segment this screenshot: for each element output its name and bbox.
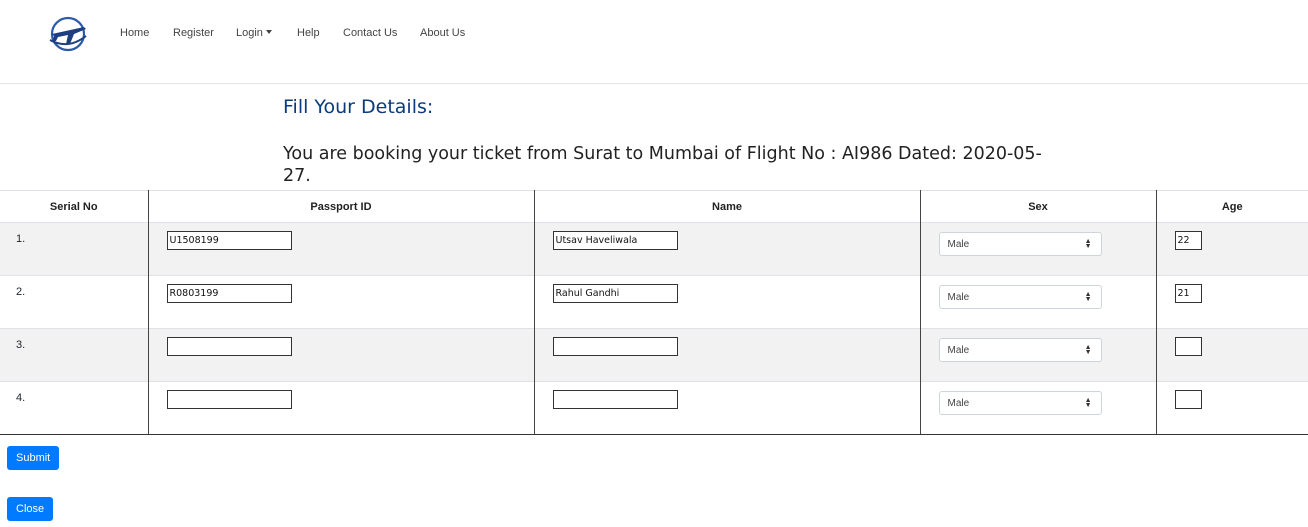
serial-cell: 3.	[0, 328, 149, 382]
navbar: Home Register Login Help Contact Us Abou…	[0, 0, 1308, 84]
name-input[interactable]	[552, 284, 678, 303]
select-arrows-icon: ▲ ▼	[1084, 397, 1092, 409]
nav-register[interactable]: Register	[173, 27, 214, 39]
submit-button[interactable]: Submit	[7, 446, 60, 470]
header-serial-no: Serial No	[0, 190, 149, 223]
sex-selected-value: Male	[947, 239, 970, 250]
age-cell	[1156, 328, 1308, 382]
sex-cell: Male ▲ ▼	[920, 222, 1157, 276]
header-name: Name	[534, 190, 921, 223]
sex-select[interactable]: Male ▲ ▼	[938, 232, 1102, 256]
passenger-table: Serial No Passport ID Name Sex Age 1. Ma…	[0, 190, 1308, 435]
passport-input[interactable]	[166, 231, 292, 250]
sex-selected-value: Male	[947, 292, 970, 303]
sex-cell: Male ▲ ▼	[920, 381, 1157, 435]
name-cell	[534, 328, 921, 382]
sex-selected-value: Male	[947, 398, 970, 409]
serial-cell: 4.	[0, 381, 149, 435]
header-sex: Sex	[920, 190, 1157, 223]
sex-select[interactable]: Male ▲ ▼	[938, 391, 1102, 415]
table-row: 2. Male ▲▼	[0, 275, 1308, 329]
passport-cell	[148, 381, 535, 435]
serial-number: 1.	[16, 233, 26, 245]
select-arrows-icon: ▲ ▼	[1084, 344, 1092, 356]
airplane-logo-icon[interactable]	[46, 14, 90, 54]
name-input[interactable]	[552, 337, 678, 356]
age-cell	[1156, 381, 1308, 435]
age-cell	[1156, 222, 1308, 276]
passport-input[interactable]	[166, 390, 292, 409]
sex-cell: Male ▲ ▼	[920, 328, 1157, 382]
age-input[interactable]	[1174, 337, 1202, 356]
age-input[interactable]	[1174, 390, 1202, 409]
passport-cell	[148, 275, 535, 329]
name-input[interactable]	[552, 231, 678, 250]
nav-login-label: Login	[236, 27, 263, 39]
table-row: 3. Male ▲ ▼	[0, 328, 1308, 382]
serial-number: 2.	[16, 286, 26, 298]
select-arrows-icon: ▲ ▼	[1084, 238, 1092, 250]
serial-number: 3.	[16, 339, 26, 351]
sex-select[interactable]: Male ▲ ▼	[938, 285, 1102, 309]
name-cell	[534, 275, 921, 329]
nav-about-us[interactable]: About Us	[420, 27, 465, 39]
nav-help[interactable]: Help	[297, 27, 320, 39]
table-header-row: Serial No Passport ID Name Sex Age	[0, 190, 1308, 223]
close-button[interactable]: Close	[7, 497, 54, 521]
table-row: 1. Male ▲▼	[0, 222, 1308, 276]
age-cell	[1156, 275, 1308, 329]
header-passport-id: Passport ID	[148, 190, 535, 223]
age-input[interactable]	[1174, 231, 1202, 250]
select-arrows-icon: ▲ ▼	[1084, 291, 1092, 303]
name-input[interactable]	[552, 390, 678, 409]
passport-input[interactable]	[166, 284, 292, 303]
caret-down-icon	[265, 30, 272, 34]
passport-cell	[148, 328, 535, 382]
booking-summary: You are booking your ticket from Surat t…	[283, 144, 1042, 186]
name-cell	[534, 381, 921, 435]
nav-contact-us[interactable]: Contact Us	[343, 27, 397, 39]
sex-cell: Male ▲ ▼	[920, 275, 1157, 329]
serial-cell: 2.	[0, 275, 149, 329]
name-cell	[534, 222, 921, 276]
age-input[interactable]	[1174, 284, 1202, 303]
passport-input[interactable]	[166, 337, 292, 356]
table-row: 4. Male ▲ ▼	[0, 381, 1308, 435]
page-title: Fill Your Details:	[283, 96, 434, 118]
nav-home[interactable]: Home	[120, 27, 149, 39]
nav-login-dropdown[interactable]: Login	[236, 27, 272, 39]
serial-cell: 1.	[0, 222, 149, 276]
header-age: Age	[1156, 190, 1308, 223]
sex-selected-value: Male	[947, 345, 970, 356]
serial-number: 4.	[16, 392, 26, 404]
passport-cell	[148, 222, 535, 276]
sex-select[interactable]: Male ▲ ▼	[938, 338, 1102, 362]
